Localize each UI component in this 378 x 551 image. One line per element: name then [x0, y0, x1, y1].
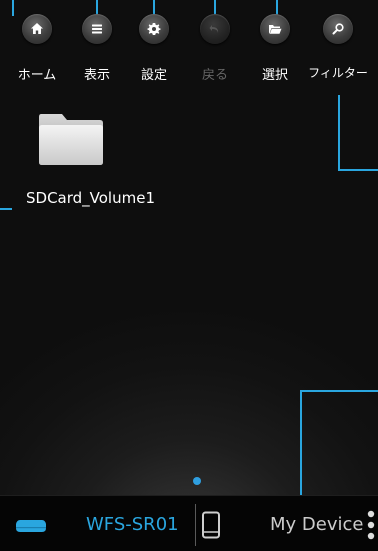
callout-line-filter-v: [338, 95, 340, 170]
tab-divider: [195, 504, 196, 546]
file-browser-screen: ホーム 表示 設定 戻る 選択 フィルター SDCard_Volume1 WFS…: [0, 0, 378, 551]
toolbar-select-button[interactable]: 選択: [245, 14, 305, 86]
my-device-tab[interactable]: My Device: [270, 514, 363, 535]
home-icon: [22, 14, 52, 44]
callout-line-filter-h: [338, 169, 378, 171]
folder-open-icon: [260, 14, 290, 44]
folder-name: SDCard_Volume1: [26, 189, 155, 207]
bottom-device-bar: WFS-SR01 My Device: [0, 495, 378, 551]
toolbar-select-label: 選択: [261, 68, 288, 83]
toolbar-home-label: ホーム: [17, 68, 57, 83]
toolbar-home-button[interactable]: ホーム: [7, 14, 67, 86]
callout-line-mydevice-v: [300, 390, 302, 496]
toolbar-back-label: 戻る: [201, 68, 228, 83]
phone-icon[interactable]: [201, 511, 221, 543]
toolbar-settings-label: 設定: [140, 68, 167, 83]
more-vertical-icon[interactable]: [366, 505, 376, 549]
toolbar-filter-label: フィルター: [308, 66, 368, 80]
toolbar-back-button[interactable]: 戻る: [185, 14, 245, 86]
list-icon: [82, 14, 112, 44]
search-icon: [323, 14, 353, 44]
callout-line-folder: [0, 208, 12, 210]
page-indicator-dot: [193, 477, 201, 485]
toolbar-settings-button[interactable]: 設定: [124, 14, 184, 86]
gear-icon: [139, 14, 169, 44]
storage-device-icon[interactable]: [15, 518, 47, 537]
device-name-tab[interactable]: WFS-SR01: [86, 514, 179, 535]
toolbar-filter-button[interactable]: フィルター: [308, 14, 368, 86]
folder-item[interactable]: SDCard_Volume1: [26, 112, 155, 222]
back-icon: [200, 14, 230, 44]
toolbar-view-button[interactable]: 表示: [67, 14, 127, 86]
folder-icon: [36, 112, 106, 172]
callout-line-mydevice-h: [300, 390, 378, 392]
toolbar-view-label: 表示: [83, 68, 110, 83]
